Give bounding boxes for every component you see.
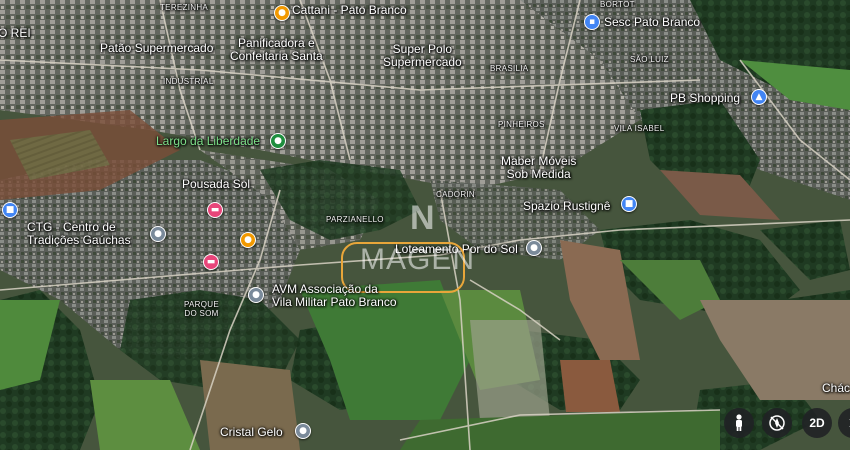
label-largo[interactable]: Largo da Liberdade bbox=[156, 135, 260, 148]
label-maber[interactable]: Maber Móveis Sob Medida bbox=[501, 155, 576, 181]
view-mode-2d-button[interactable]: 2D bbox=[802, 408, 832, 438]
label-pbshopping[interactable]: PB Shopping bbox=[670, 92, 740, 105]
label-pousada[interactable]: Pousada Sol bbox=[182, 178, 250, 191]
venue-pin-icon[interactable]: ■ bbox=[621, 196, 637, 212]
pegman-icon[interactable] bbox=[724, 408, 754, 438]
label-avm[interactable]: AVM Associação da Vila Militar Pato Bran… bbox=[272, 283, 397, 309]
label-superpolo[interactable]: Super Polo Supermercado bbox=[383, 43, 462, 69]
watermark-logo: N bbox=[410, 199, 436, 237]
label-brasilia: BRASILIA bbox=[490, 64, 529, 73]
label-ctg[interactable]: CTG - Centro de Tradições Gaúchas bbox=[27, 221, 131, 247]
label-bortot: BORTOT bbox=[600, 0, 635, 9]
label-dorei: O REI bbox=[0, 26, 31, 40]
shopping-pin-icon[interactable]: ▲ bbox=[751, 89, 767, 105]
label-vilaisabel: VILA ISABEL bbox=[614, 124, 665, 133]
park-pin-icon[interactable]: ● bbox=[270, 133, 286, 149]
label-spazio[interactable]: Spazio Rustignê bbox=[523, 200, 610, 213]
generic-pin-4-icon[interactable]: ● bbox=[295, 423, 311, 439]
place-pin-icon[interactable]: ▪ bbox=[584, 14, 600, 30]
label-terezinha: TEREZINHA bbox=[160, 3, 209, 12]
label-cristal[interactable]: Cristal Gelo bbox=[220, 426, 283, 439]
label-cattani[interactable]: Cattani - Pato Branco bbox=[292, 4, 407, 17]
generic-pin-3-icon[interactable]: ● bbox=[248, 287, 264, 303]
label-cadorin: CADORIN bbox=[436, 190, 475, 199]
label-chac: Chác bbox=[822, 381, 850, 395]
label-parque: PARQUE DO SOM bbox=[184, 300, 219, 318]
generic-pin-icon[interactable]: ● bbox=[150, 226, 166, 242]
generic-pin-2-icon[interactable]: ● bbox=[526, 240, 542, 256]
hotel-pin-icon[interactable]: ▬ bbox=[207, 202, 223, 218]
satellite-map[interactable]: TEREZINHA O REI ● Cattani - Pato Branco … bbox=[0, 0, 850, 450]
label-industrial: INDUSTRIAL bbox=[163, 77, 214, 86]
food-pin-2-icon[interactable]: ● bbox=[240, 232, 256, 248]
compass-icon[interactable] bbox=[762, 408, 792, 438]
landmark-pin-icon[interactable]: ■ bbox=[2, 202, 18, 218]
label-sesc[interactable]: Sesc Pato Branco bbox=[604, 16, 700, 29]
food-pin-icon[interactable]: ● bbox=[274, 5, 290, 21]
hotel-pin-2-icon[interactable]: ▬ bbox=[203, 254, 219, 270]
watermark-text: MAGEN bbox=[360, 243, 476, 276]
label-pinheiros: PINHEIROS bbox=[498, 120, 545, 129]
label-patao[interactable]: Patão Supermercado bbox=[100, 42, 213, 55]
label-saoluiz: SÃO LUIZ bbox=[630, 55, 669, 64]
label-panificadora[interactable]: Panificadora e Confeitaria Santa bbox=[230, 37, 323, 63]
label-parzianello: PARZIANELLO bbox=[326, 215, 384, 224]
